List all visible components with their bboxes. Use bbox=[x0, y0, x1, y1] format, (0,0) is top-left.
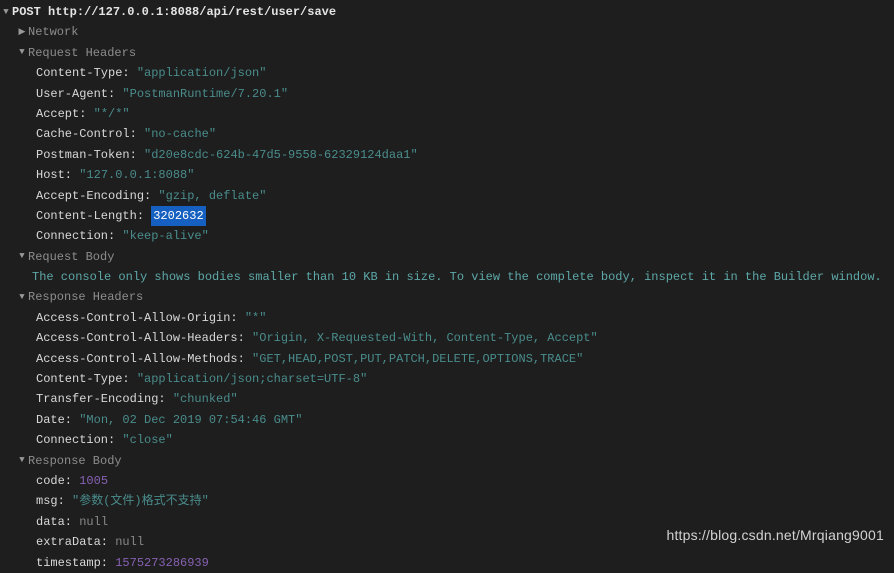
header-value: "no-cache" bbox=[144, 124, 216, 144]
header-row: Access-Control-Allow-Headers: "Origin, X… bbox=[0, 328, 894, 348]
body-row: code: 1005 bbox=[0, 471, 894, 491]
header-row: Connection: "close" bbox=[0, 430, 894, 450]
chevron-down-icon[interactable] bbox=[0, 5, 12, 20]
header-key: Access-Control-Allow-Headers: bbox=[36, 328, 245, 348]
header-key: Accept: bbox=[36, 104, 86, 124]
body-value: 1575273286939 bbox=[115, 553, 209, 573]
body-value: "参数(文件)格式不支持" bbox=[72, 491, 209, 511]
header-value: "application/json" bbox=[137, 63, 267, 83]
section-label-res-headers: Response Headers bbox=[28, 287, 143, 307]
chevron-down-icon[interactable] bbox=[16, 290, 28, 305]
request-line[interactable]: POST http://127.0.0.1:8088/api/rest/user… bbox=[0, 2, 894, 22]
body-row: timestamp: 1575273286939 bbox=[0, 553, 894, 573]
header-row: Accept: "*/*" bbox=[0, 104, 894, 124]
header-row: Access-Control-Allow-Methods: "GET,HEAD,… bbox=[0, 349, 894, 369]
header-row: Content-Type: "application/json" bbox=[0, 63, 894, 83]
header-row: Accept-Encoding: "gzip, deflate" bbox=[0, 186, 894, 206]
header-key: Transfer-Encoding: bbox=[36, 389, 166, 409]
header-row: Postman-Token: "d20e8cdc-624b-47d5-9558-… bbox=[0, 145, 894, 165]
header-key: Connection: bbox=[36, 226, 115, 246]
header-key: Postman-Token: bbox=[36, 145, 137, 165]
section-label-res-body: Response Body bbox=[28, 451, 122, 471]
header-key: Access-Control-Allow-Origin: bbox=[36, 308, 238, 328]
section-request-headers[interactable]: Request Headers bbox=[0, 43, 894, 63]
section-response-body[interactable]: Response Body bbox=[0, 451, 894, 471]
header-value: "Mon, 02 Dec 2019 07:54:46 GMT" bbox=[79, 410, 302, 430]
section-request-body[interactable]: Request Body bbox=[0, 247, 894, 267]
header-value: "127.0.0.1:8088" bbox=[79, 165, 194, 185]
header-value-highlighted[interactable]: 3202632 bbox=[151, 206, 205, 226]
header-row: Host: "127.0.0.1:8088" bbox=[0, 165, 894, 185]
body-key: extraData: bbox=[36, 532, 108, 552]
header-key: Date: bbox=[36, 410, 72, 430]
header-key: Cache-Control: bbox=[36, 124, 137, 144]
header-key: Content-Length: bbox=[36, 206, 144, 226]
header-row: Date: "Mon, 02 Dec 2019 07:54:46 GMT" bbox=[0, 410, 894, 430]
section-label-req-headers: Request Headers bbox=[28, 43, 136, 63]
header-value: "close" bbox=[122, 430, 172, 450]
header-key: Connection: bbox=[36, 430, 115, 450]
header-key: Host: bbox=[36, 165, 72, 185]
body-key: code: bbox=[36, 471, 72, 491]
header-row: Content-Length: 3202632 bbox=[0, 206, 894, 226]
header-key: User-Agent: bbox=[36, 84, 115, 104]
header-row: Content-Type: "application/json;charset=… bbox=[0, 369, 894, 389]
header-key: Access-Control-Allow-Methods: bbox=[36, 349, 245, 369]
header-value: "PostmanRuntime/7.20.1" bbox=[122, 84, 288, 104]
chevron-down-icon[interactable] bbox=[16, 45, 28, 60]
chevron-down-icon[interactable] bbox=[16, 453, 28, 468]
header-key: Accept-Encoding: bbox=[36, 186, 151, 206]
header-row: Connection: "keep-alive" bbox=[0, 226, 894, 246]
section-network[interactable]: Network bbox=[0, 22, 894, 42]
watermark: https://blog.csdn.net/Mrqiang9001 bbox=[666, 524, 884, 548]
body-value: 1005 bbox=[79, 471, 108, 491]
header-value: "*/*" bbox=[94, 104, 130, 124]
header-value: "*" bbox=[245, 308, 267, 328]
body-value: null bbox=[79, 512, 108, 532]
header-value: "keep-alive" bbox=[122, 226, 208, 246]
header-value: "chunked" bbox=[173, 389, 238, 409]
section-label-req-body: Request Body bbox=[28, 247, 114, 267]
chevron-down-icon[interactable] bbox=[16, 249, 28, 264]
header-value: "application/json;charset=UTF-8" bbox=[137, 369, 367, 389]
body-value: null bbox=[115, 532, 144, 552]
chevron-right-icon[interactable] bbox=[16, 25, 28, 40]
header-row: Cache-Control: "no-cache" bbox=[0, 124, 894, 144]
body-row: msg: "参数(文件)格式不支持" bbox=[0, 491, 894, 511]
header-key: Content-Type: bbox=[36, 369, 130, 389]
header-row: Transfer-Encoding: "chunked" bbox=[0, 389, 894, 409]
header-value: "gzip, deflate" bbox=[158, 186, 266, 206]
header-row: User-Agent: "PostmanRuntime/7.20.1" bbox=[0, 84, 894, 104]
header-value: "Origin, X-Requested-With, Content-Type,… bbox=[252, 328, 598, 348]
section-response-headers[interactable]: Response Headers bbox=[0, 287, 894, 307]
request-body-info: The console only shows bodies smaller th… bbox=[0, 267, 894, 287]
header-value: "d20e8cdc-624b-47d5-9558-62329124daa1" bbox=[144, 145, 418, 165]
header-key: Content-Type: bbox=[36, 63, 130, 83]
header-value: "GET,HEAD,POST,PUT,PATCH,DELETE,OPTIONS,… bbox=[252, 349, 583, 369]
body-key: data: bbox=[36, 512, 72, 532]
request-url: http://127.0.0.1:8088/api/rest/user/save bbox=[48, 5, 336, 19]
body-key: timestamp: bbox=[36, 553, 108, 573]
http-method: POST bbox=[12, 5, 41, 19]
body-size-message: The console only shows bodies smaller th… bbox=[32, 267, 882, 287]
body-key: msg: bbox=[36, 491, 65, 511]
header-row: Access-Control-Allow-Origin: "*" bbox=[0, 308, 894, 328]
section-label-network: Network bbox=[28, 22, 78, 42]
